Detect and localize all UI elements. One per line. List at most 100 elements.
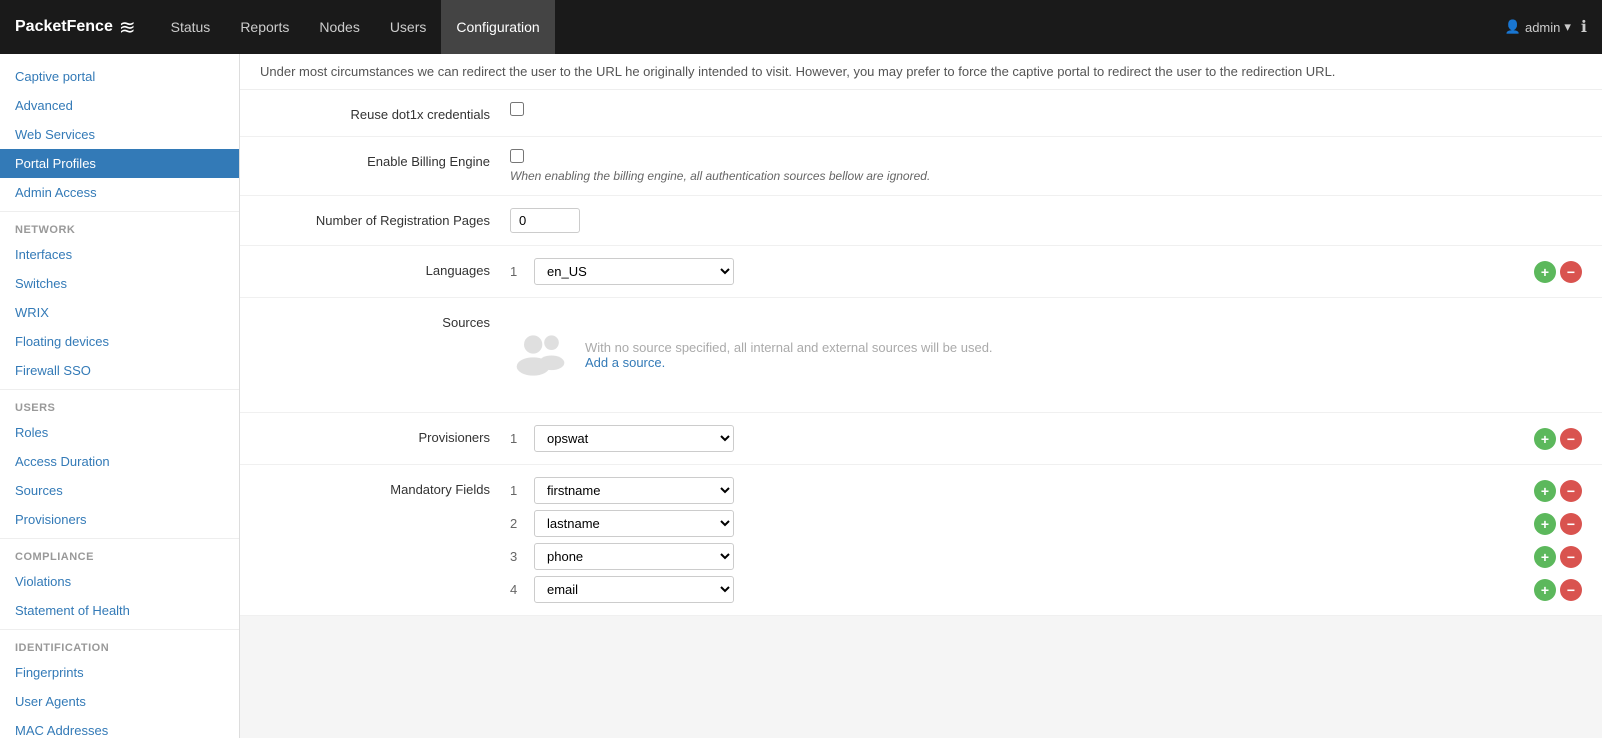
provisioners-num-1: 1: [510, 431, 526, 446]
billing-engine-helper: When enabling the billing engine, all au…: [510, 169, 1582, 183]
sidebar-section-network: NETWORK: [0, 216, 239, 240]
content-area: Under most circumstances we can redirect…: [240, 54, 1602, 738]
mandatory-fields-num-2: 2: [510, 516, 526, 531]
sources-row: Sources With no source specif: [240, 298, 1602, 413]
languages-row: Languages 1 en_US + −: [240, 246, 1602, 298]
sidebar-item-provisioners[interactable]: Provisioners: [0, 505, 239, 534]
mandatory-fields-remove-button-2[interactable]: −: [1560, 513, 1582, 535]
mandatory-fields-select-1[interactable]: firstname: [534, 477, 734, 504]
nav-status[interactable]: Status: [156, 0, 226, 54]
sidebar-item-portal-profiles[interactable]: Portal Profiles: [0, 149, 239, 178]
provisioners-remove-button[interactable]: −: [1560, 428, 1582, 450]
mandatory-fields-add-button-3[interactable]: +: [1534, 546, 1556, 568]
mandatory-fields-add-remove-2: + −: [1534, 513, 1582, 535]
provisioners-select-1[interactable]: opswat: [534, 425, 734, 452]
mandatory-fields-num-1: 1: [510, 483, 526, 498]
sources-box: With no source specified, all internal a…: [510, 310, 1582, 400]
nav-configuration[interactable]: Configuration: [441, 0, 554, 54]
sidebar-item-web-services[interactable]: Web Services: [0, 120, 239, 149]
sidebar-divider-4: [0, 629, 239, 630]
mandatory-fields-row-4: 4 email + −: [510, 576, 1582, 603]
billing-engine-checkbox[interactable]: [510, 149, 524, 163]
sidebar-item-violations[interactable]: Violations: [0, 567, 239, 596]
mandatory-fields-row-2: 2 lastname + −: [510, 510, 1582, 537]
mandatory-fields-row-3: 3 phone + −: [510, 543, 1582, 570]
mandatory-fields-add-button-4[interactable]: +: [1534, 579, 1556, 601]
mandatory-fields-content: 1 firstname + − 2 lastname: [510, 477, 1582, 603]
num-reg-pages-label: Number of Registration Pages: [260, 208, 510, 230]
mandatory-fields-row-1: 1 firstname + −: [510, 477, 1582, 504]
mandatory-fields-select-2[interactable]: lastname: [534, 510, 734, 537]
brand: PacketFence ≋: [15, 15, 136, 40]
languages-dropdown-row: 1 en_US + −: [510, 258, 1582, 285]
sidebar-divider-3: [0, 538, 239, 539]
mandatory-fields-add-remove-1: + −: [1534, 480, 1582, 502]
provisioners-add-button[interactable]: +: [1534, 428, 1556, 450]
reuse-dot1x-label: Reuse dot1x credentials: [260, 102, 510, 124]
provisioners-row: Provisioners 1 opswat + −: [240, 413, 1602, 465]
sidebar-item-floating-devices[interactable]: Floating devices: [0, 327, 239, 356]
mandatory-fields-remove-button-1[interactable]: −: [1560, 480, 1582, 502]
sources-users-icon: [513, 328, 568, 383]
sidebar-item-firewall-sso[interactable]: Firewall SSO: [0, 356, 239, 385]
nav-users[interactable]: Users: [375, 0, 442, 54]
main-nav: Status Reports Nodes Users Configuration: [156, 0, 1505, 54]
add-source-link[interactable]: Add a source.: [585, 355, 665, 370]
top-notice: Under most circumstances we can redirect…: [240, 54, 1602, 90]
languages-remove-button[interactable]: −: [1560, 261, 1582, 283]
sidebar-divider-1: [0, 211, 239, 212]
mandatory-fields-row: Mandatory Fields 1 firstname + −: [240, 465, 1602, 616]
mandatory-fields-add-button-2[interactable]: +: [1534, 513, 1556, 535]
mandatory-fields-select-4[interactable]: email: [534, 576, 734, 603]
nav-nodes[interactable]: Nodes: [304, 0, 374, 54]
admin-label: admin: [1525, 20, 1560, 35]
nav-reports[interactable]: Reports: [225, 0, 304, 54]
reuse-dot1x-checkbox[interactable]: [510, 102, 524, 116]
sidebar-item-statement-of-health[interactable]: Statement of Health: [0, 596, 239, 625]
sidebar-item-access-duration[interactable]: Access Duration: [0, 447, 239, 476]
navbar-right: 👤 admin ▾ ℹ: [1505, 17, 1587, 37]
sidebar-item-fingerprints[interactable]: Fingerprints: [0, 658, 239, 687]
sources-icon: [510, 325, 570, 385]
sidebar-item-admin-access[interactable]: Admin Access: [0, 178, 239, 207]
mandatory-fields-add-button-1[interactable]: +: [1534, 480, 1556, 502]
sidebar-item-advanced[interactable]: Advanced: [0, 91, 239, 120]
top-notice-text: Under most circumstances we can redirect…: [260, 64, 1335, 79]
admin-icon: 👤: [1505, 19, 1521, 35]
languages-label: Languages: [260, 258, 510, 280]
sidebar: Captive portal Advanced Web Services Por…: [0, 54, 240, 738]
languages-content: 1 en_US + −: [510, 258, 1582, 285]
mandatory-fields-add-remove-3: + −: [1534, 546, 1582, 568]
sidebar-item-sources[interactable]: Sources: [0, 476, 239, 505]
sidebar-item-roles[interactable]: Roles: [0, 418, 239, 447]
languages-select-1[interactable]: en_US: [534, 258, 734, 285]
info-icon[interactable]: ℹ: [1581, 17, 1587, 37]
mandatory-fields-remove-button-3[interactable]: −: [1560, 546, 1582, 568]
sidebar-item-wrix[interactable]: WRIX: [0, 298, 239, 327]
navbar: PacketFence ≋ Status Reports Nodes Users…: [0, 0, 1602, 54]
provisioners-label: Provisioners: [260, 425, 510, 447]
brand-logo-icon: ≋: [119, 15, 136, 40]
languages-add-button[interactable]: +: [1534, 261, 1556, 283]
mandatory-fields-select-3[interactable]: phone: [534, 543, 734, 570]
reuse-dot1x-check: [510, 102, 1582, 116]
sidebar-item-interfaces[interactable]: Interfaces: [0, 240, 239, 269]
sidebar-item-captive-portal[interactable]: Captive portal: [0, 62, 239, 91]
provisioners-content: 1 opswat + −: [510, 425, 1582, 452]
sidebar-section-compliance: COMPLIANCE: [0, 543, 239, 567]
admin-menu[interactable]: 👤 admin ▾: [1505, 19, 1571, 35]
sidebar-section-identification: IDENTIFICATION: [0, 634, 239, 658]
sources-label: Sources: [260, 310, 510, 332]
sidebar-section-users: USERS: [0, 394, 239, 418]
num-reg-pages-input[interactable]: [510, 208, 580, 233]
mandatory-fields-remove-button-4[interactable]: −: [1560, 579, 1582, 601]
mandatory-fields-add-remove-4: + −: [1534, 579, 1582, 601]
main-layout: Captive portal Advanced Web Services Por…: [0, 54, 1602, 738]
num-reg-pages-content: [510, 208, 1582, 233]
sidebar-item-user-agents[interactable]: User Agents: [0, 687, 239, 716]
brand-name: PacketFence: [15, 18, 113, 36]
sidebar-item-switches[interactable]: Switches: [0, 269, 239, 298]
billing-engine-check: [510, 149, 1582, 163]
mandatory-fields-label: Mandatory Fields: [260, 477, 510, 499]
sidebar-item-mac-addresses[interactable]: MAC Addresses: [0, 716, 239, 738]
